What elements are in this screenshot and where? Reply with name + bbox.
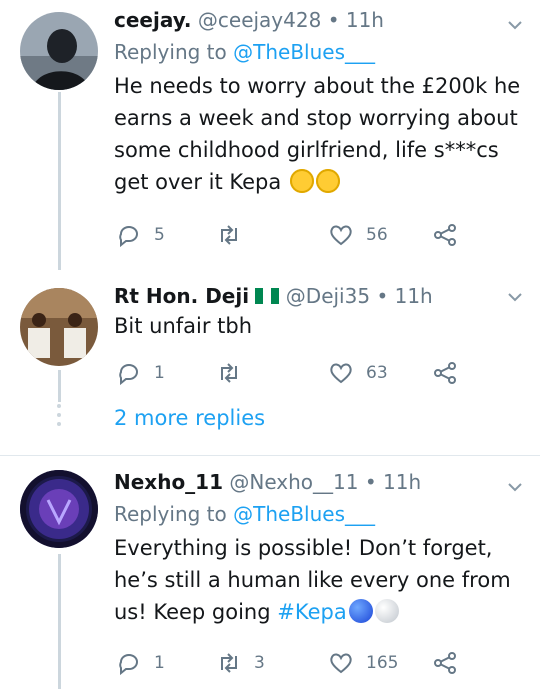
like-count: 165	[366, 653, 399, 673]
avatar[interactable]	[20, 288, 98, 366]
chevron-down-icon[interactable]	[508, 290, 522, 304]
reply-thread: ceejay. @ceejay428 • 11h Replying to @Th…	[0, 0, 540, 689]
reply-button[interactable]: 5	[116, 222, 165, 248]
retweet-button[interactable]	[216, 360, 242, 386]
share-button[interactable]	[432, 222, 458, 248]
handle[interactable]: @Deji35	[286, 284, 370, 308]
like-count: 56	[366, 225, 388, 245]
blue-circle-emoji	[348, 599, 373, 623]
handle[interactable]: @ceejay428	[198, 8, 321, 32]
hashtag-link[interactable]: #Kepa	[277, 600, 346, 624]
timestamp[interactable]: 11h	[346, 8, 384, 32]
like-button[interactable]: 56	[328, 222, 388, 248]
retweet-count: 3	[254, 653, 265, 673]
retweet-icon	[221, 225, 237, 245]
mention-link[interactable]: @TheBlues___	[233, 40, 375, 64]
reply-icon	[119, 364, 138, 386]
display-name[interactable]: Nexho_11	[114, 470, 223, 494]
display-name[interactable]: ceejay.	[114, 8, 192, 32]
grimacing-face-emoji	[289, 169, 314, 193]
heart-icon	[330, 653, 352, 674]
white-circle-emoji	[374, 599, 399, 623]
reply-count: 1	[154, 363, 165, 383]
chevron-down-icon[interactable]	[508, 480, 522, 494]
tweet[interactable]: Nexho_11 @Nexho__11 • 11h Replying to @T…	[0, 456, 540, 689]
avatar[interactable]	[20, 470, 98, 548]
timestamp[interactable]: 11h	[383, 470, 421, 494]
reply-count: 1	[154, 653, 165, 673]
reply-icon	[119, 226, 138, 248]
reply-button[interactable]: 1	[116, 650, 165, 676]
share-icon	[434, 652, 456, 674]
tweet-text: Bit unfair tbh	[114, 314, 253, 338]
share-icon	[434, 362, 456, 384]
tweet-header: ceejay. @ceejay428 • 11h	[114, 8, 384, 32]
share-button[interactable]	[432, 360, 458, 386]
reply-count: 5	[154, 225, 165, 245]
retweet-button[interactable]	[216, 222, 242, 248]
grimacing-face-emoji	[315, 169, 340, 193]
chevron-down-icon[interactable]	[508, 18, 522, 32]
tweet-text: He needs to worry about the £200k he ear…	[114, 74, 521, 194]
tweet-text: Everything is possible! Don’t forget, he…	[114, 536, 511, 624]
timestamp[interactable]: 11h	[395, 284, 433, 308]
retweet-button[interactable]: 3	[216, 650, 265, 676]
tweet-header: Nexho_11 @Nexho__11 • 11h	[114, 470, 422, 494]
reply-icon	[119, 654, 138, 676]
mention-link[interactable]: @TheBlues___	[233, 502, 375, 526]
like-button[interactable]: 63	[328, 360, 388, 386]
more-replies-link[interactable]: 2 more replies	[114, 406, 265, 430]
like-button[interactable]: 165	[328, 650, 398, 676]
tweet[interactable]: ceejay. @ceejay428 • 11h Replying to @Th…	[0, 0, 540, 270]
share-icon	[434, 224, 456, 246]
display-name[interactable]: Rt Hon. Deji	[114, 284, 249, 308]
retweet-icon	[221, 363, 237, 383]
like-count: 63	[366, 363, 388, 383]
heart-icon	[330, 225, 352, 246]
retweet-icon	[221, 653, 237, 673]
tweet-header: Rt Hon. Deji @Deji35 • 11h	[114, 284, 433, 308]
nigeria-flag-icon	[255, 288, 280, 304]
replying-to: Replying to @TheBlues___	[114, 502, 375, 526]
reply-button[interactable]: 1	[116, 360, 165, 386]
thread-dots	[57, 404, 62, 431]
handle[interactable]: @Nexho__11	[229, 470, 358, 494]
avatar[interactable]	[20, 12, 98, 90]
replying-to: Replying to @TheBlues___	[114, 40, 375, 64]
share-button[interactable]	[432, 650, 458, 676]
heart-icon	[330, 363, 352, 384]
tweet[interactable]: Rt Hon. Deji @Deji35 • 11h Bit unfair tb…	[0, 270, 540, 402]
